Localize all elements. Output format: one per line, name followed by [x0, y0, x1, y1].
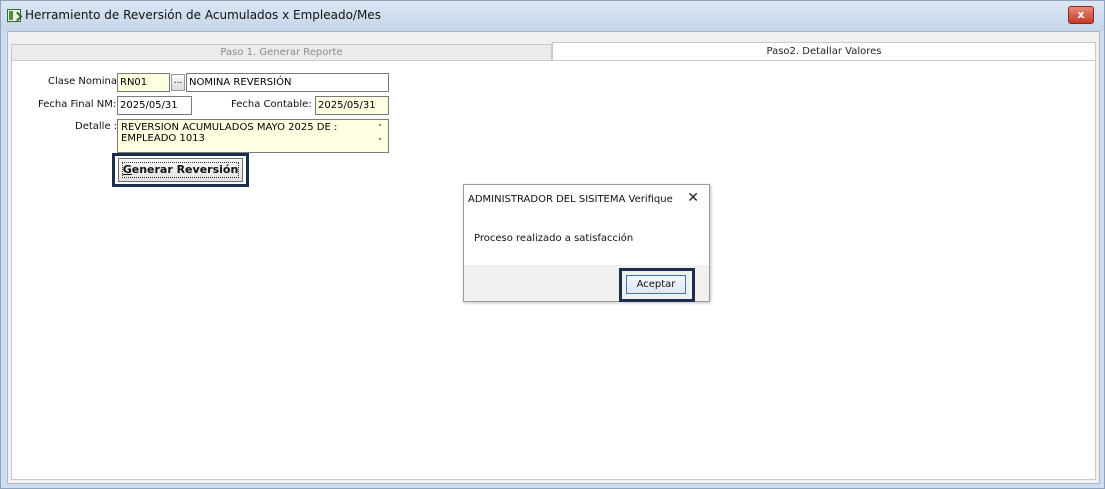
- dialog-title: ADMINISTRADOR DEL SISITEMA Verifique: [468, 194, 673, 205]
- dialog-footer: Aceptar: [464, 265, 709, 302]
- tab-paso-1[interactable]: Paso 1. Generar Reporte: [11, 44, 552, 60]
- title-bar[interactable]: Herramiento de Reversión de Acumulados x…: [1, 1, 1104, 31]
- app-icon: [7, 9, 21, 22]
- clase-nomina-desc-field[interactable]: NOMINA REVERSIÓN: [186, 73, 389, 92]
- scroll-down-icon[interactable]: ˅: [374, 136, 386, 150]
- fecha-contable-label: Fecha Contable:: [231, 99, 312, 110]
- detalle-line-2: EMPLEADO 1013: [121, 133, 205, 144]
- detalle-line-1: REVERSION ACUMULADOS MAYO 2025 DE :: [121, 122, 338, 133]
- window-title: Herramiento de Reversión de Acumulados x…: [25, 8, 381, 22]
- scroll-up-icon[interactable]: ˄: [374, 122, 386, 136]
- generate-reversion-button[interactable]: Generar Reversión: [118, 158, 243, 182]
- button-focus-rect: [122, 162, 239, 178]
- clase-nomina-label: Clase Nomina :: [48, 76, 124, 87]
- aceptar-button[interactable]: Aceptar: [626, 275, 686, 294]
- detalle-textarea[interactable]: REVERSION ACUMULADOS MAYO 2025 DE : EMPL…: [117, 119, 389, 153]
- app-window: Herramiento de Reversión de Acumulados x…: [0, 0, 1105, 489]
- message-dialog: ADMINISTRADOR DEL SISITEMA Verifique ✕ P…: [463, 184, 710, 302]
- fecha-contable-field[interactable]: 2025/05/31: [315, 96, 389, 115]
- detalle-label: Detalle :: [75, 121, 118, 132]
- textarea-scroll-arrows[interactable]: ˄ ˅: [374, 122, 386, 150]
- tab-strip: Paso 1. Generar Reporte Paso2. Detallar …: [11, 42, 1096, 60]
- tab-paso-2[interactable]: Paso2. Detallar Valores: [552, 42, 1096, 60]
- dialog-message: Proceso realizado a satisfacción: [474, 233, 634, 244]
- browse-button[interactable]: ...: [171, 74, 185, 91]
- fecha-final-label: Fecha Final NM:: [38, 99, 117, 110]
- clase-nomina-code-field[interactable]: RN01: [117, 73, 170, 92]
- fecha-final-field[interactable]: 2025/05/31: [117, 96, 192, 115]
- dialog-close-icon[interactable]: ✕: [687, 190, 699, 206]
- window-close-button[interactable]: x: [1068, 6, 1094, 24]
